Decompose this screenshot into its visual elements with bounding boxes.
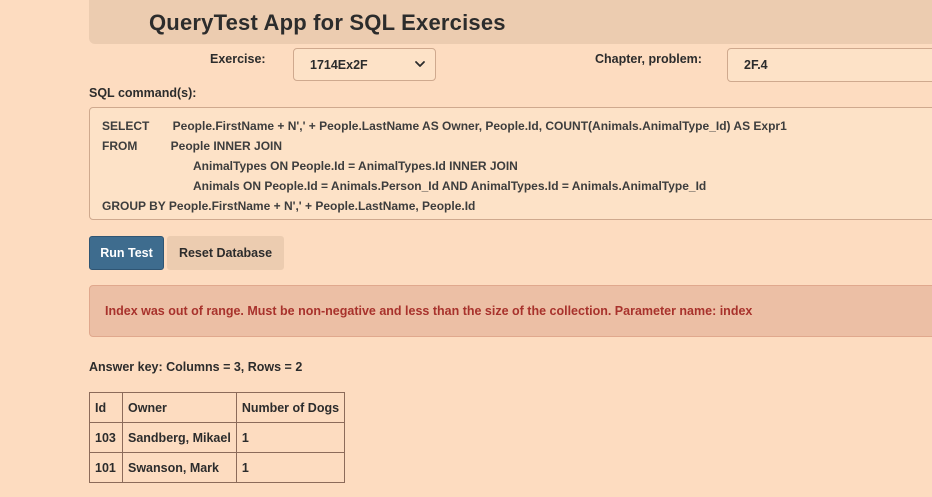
sql-commands-label: SQL command(s):	[89, 86, 197, 100]
table-header-row: Id Owner Number of Dogs	[89, 392, 346, 423]
cell-number-of-dogs: 1	[235, 452, 346, 483]
column-header-id: Id	[89, 392, 123, 423]
table-row: 101 Swanson, Mark 1	[89, 452, 346, 483]
chapter-problem-field[interactable]	[727, 48, 932, 82]
page: QueryTest App for SQL Exercises Exercise…	[0, 0, 932, 497]
error-message: Index was out of range. Must be non-nega…	[105, 304, 753, 318]
sql-line: FROM People INNER JOIN	[102, 139, 283, 153]
run-test-button[interactable]: Run Test	[89, 236, 164, 270]
table-row: 103 Sandberg, Mikael 1	[89, 422, 346, 453]
cell-owner: Swanson, Mark	[122, 452, 237, 483]
column-header-number-of-dogs: Number of Dogs	[235, 392, 346, 423]
sql-line: SELECT People.FirstName + N',' + People.…	[102, 119, 787, 133]
chapter-problem-label: Chapter, problem:	[595, 52, 702, 66]
answer-key-summary: Answer key: Columns = 3, Rows = 2	[89, 360, 303, 374]
reset-database-button[interactable]: Reset Database	[167, 236, 284, 270]
column-header-owner: Owner	[122, 392, 237, 423]
exercise-label: Exercise:	[210, 52, 266, 66]
cell-owner: Sandberg, Mikael	[122, 422, 237, 453]
cell-number-of-dogs: 1	[235, 422, 346, 453]
cell-id: 103	[89, 422, 123, 453]
chevron-down-icon	[415, 61, 425, 67]
exercise-select[interactable]: 1714Ex2F	[293, 48, 436, 81]
sql-line: Animals ON People.Id = Animals.Person_Id…	[193, 179, 707, 193]
error-alert: Index was out of range. Must be non-nega…	[89, 285, 932, 337]
cell-id: 101	[89, 452, 123, 483]
app-title: QueryTest App for SQL Exercises	[149, 10, 506, 35]
exercise-select-value: 1714Ex2F	[310, 58, 368, 72]
sql-line: GROUP BY People.FirstName + N',' + Peopl…	[102, 199, 476, 213]
app-header: QueryTest App for SQL Exercises	[89, 0, 932, 44]
sql-line: AnimalTypes ON People.Id = AnimalTypes.I…	[193, 159, 518, 173]
sql-command-editor[interactable]: SELECT People.FirstName + N',' + People.…	[89, 107, 932, 220]
answer-key-table: Id Owner Number of Dogs 103 Sandberg, Mi…	[89, 392, 346, 483]
